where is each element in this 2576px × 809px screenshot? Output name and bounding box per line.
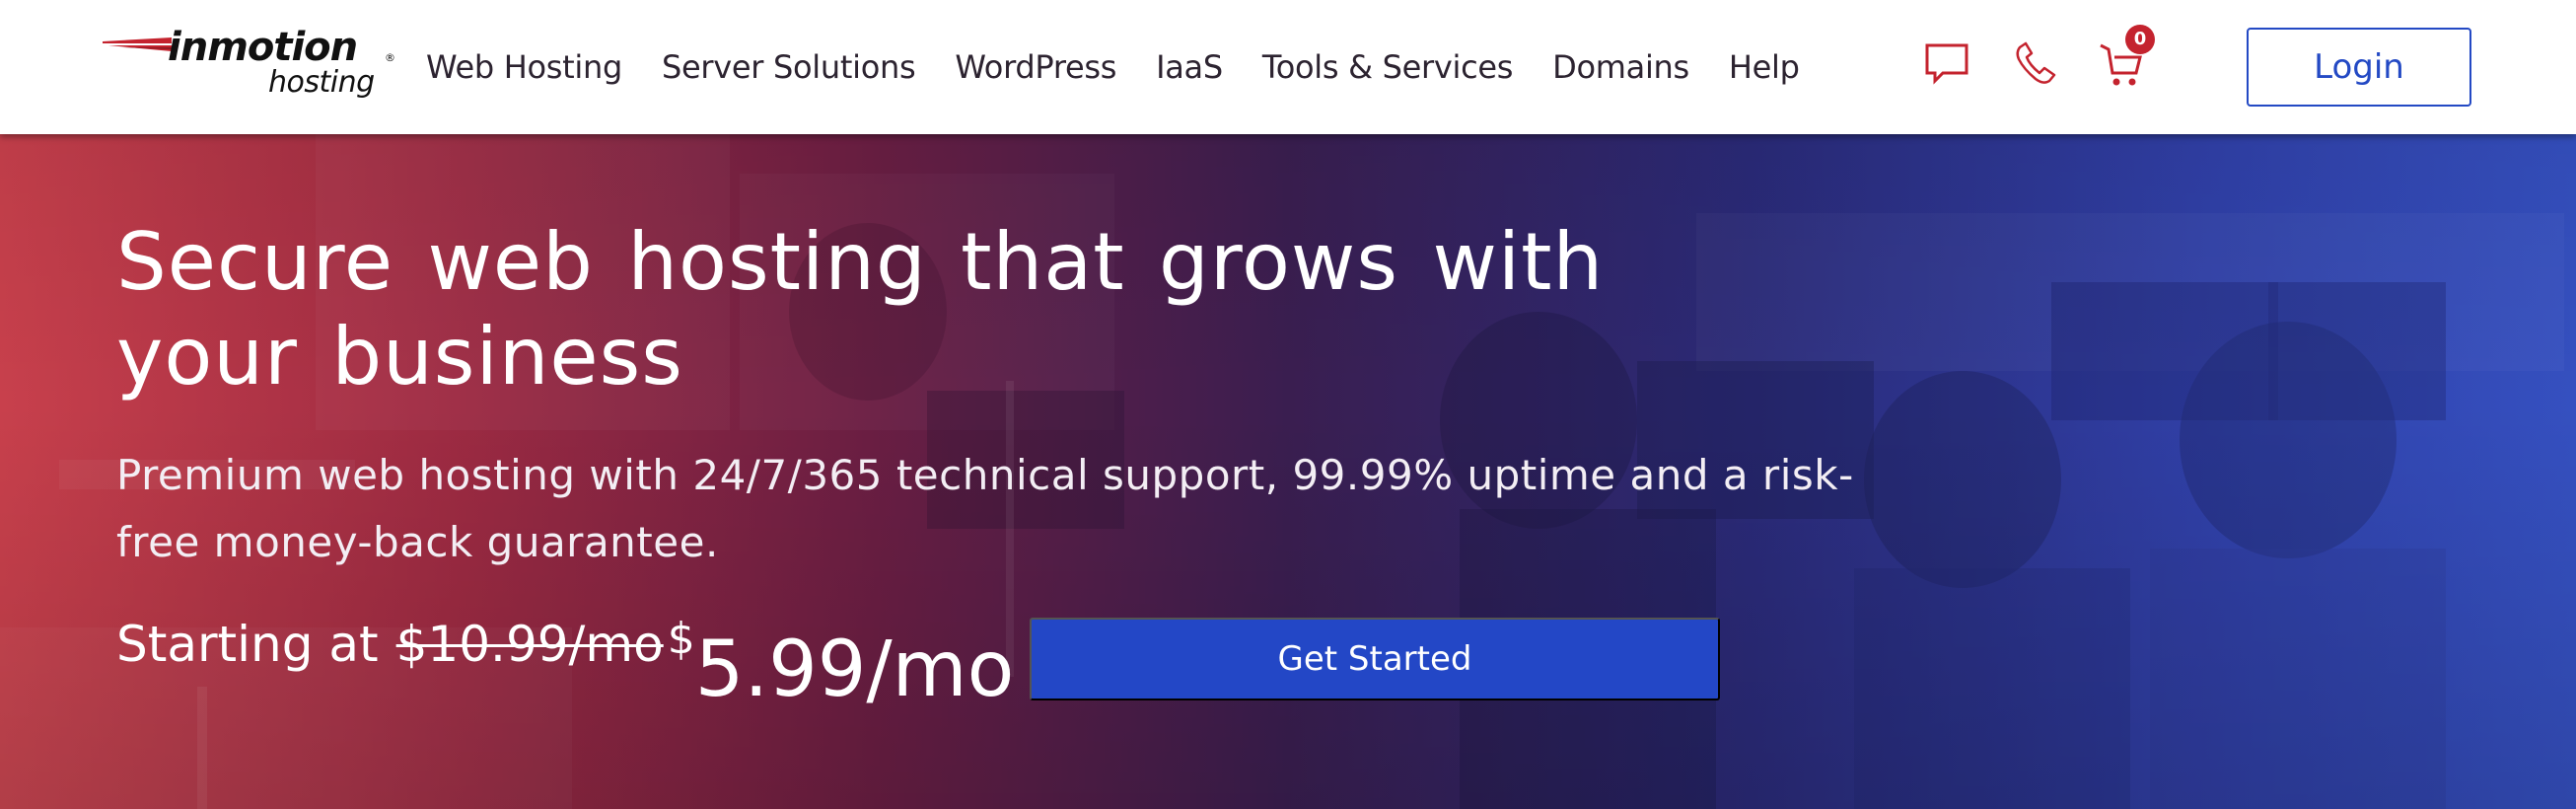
main-nav: Web Hosting Server Solutions WordPress I… (426, 43, 1839, 91)
sale-price-amount: 5.99/mo (694, 625, 1015, 714)
nav-item-wordpress[interactable]: WordPress (955, 43, 1116, 91)
nav-item-web-hosting[interactable]: Web Hosting (426, 43, 622, 91)
login-button[interactable]: Login (2247, 28, 2471, 107)
chat-bubble-icon[interactable] (1923, 39, 1972, 89)
hero-subtitle: Premium web hosting with 24/7/365 techni… (116, 451, 1854, 566)
sale-price: $ 5.99/mo (668, 618, 1015, 715)
cart-count-badge: 0 (2125, 25, 2155, 54)
nav-item-domains[interactable]: Domains (1552, 43, 1689, 91)
price-lead-text: Starting at (116, 616, 379, 673)
nav-item-server-solutions[interactable]: Server Solutions (662, 43, 916, 91)
phone-icon[interactable] (2010, 39, 2059, 89)
swoosh-logo-icon (103, 37, 172, 51)
inmotion-hosting-logo[interactable]: inmotion ® hosting (103, 24, 398, 107)
hero-title: Secure web hosting that grows with your … (116, 216, 1605, 403)
nav-item-help[interactable]: Help (1729, 43, 1800, 91)
get-started-button[interactable]: Get Started (1030, 618, 1720, 700)
original-price: $10.99/mo (395, 616, 664, 673)
pricing-line: Starting at $10.99/mo $ 5.99/mo (116, 616, 1014, 724)
logo-subtitle: hosting (268, 65, 375, 100)
nav-item-iaas[interactable]: IaaS (1156, 43, 1223, 91)
site-header: inmotion ® hosting Web Hosting Server So… (0, 0, 2576, 134)
hero-banner: Secure web hosting that grows with your … (0, 134, 2576, 809)
nav-item-tools-services[interactable]: Tools & Services (1262, 43, 1514, 91)
registered-mark: ® (385, 51, 395, 64)
price-currency-symbol: $ (667, 614, 695, 664)
